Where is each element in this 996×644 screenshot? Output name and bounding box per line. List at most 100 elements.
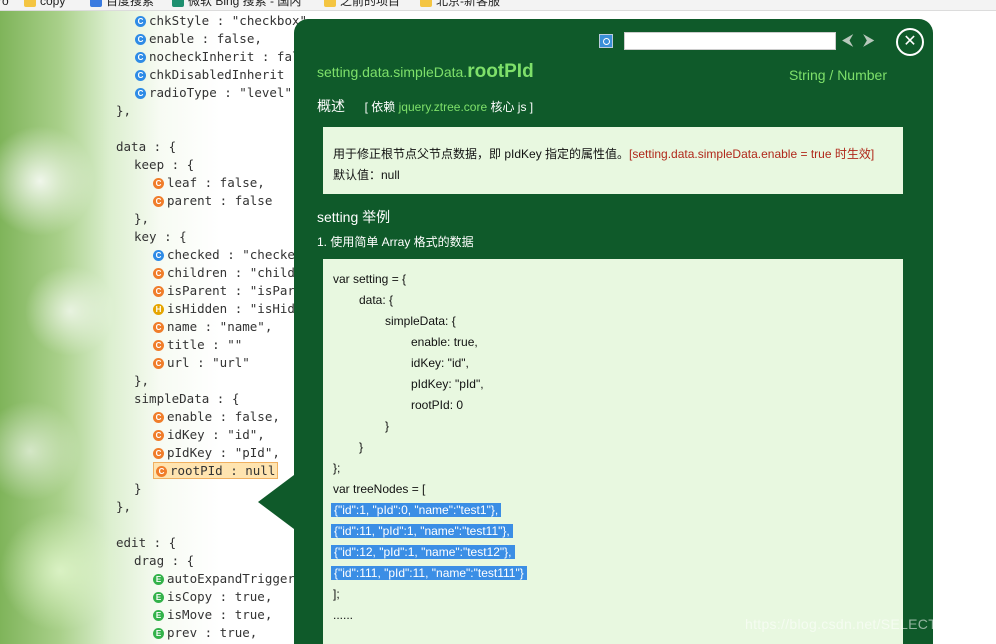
code-text: rootPId: 0 (411, 398, 464, 412)
tree-row[interactable]: Cenable : false, (153, 408, 280, 426)
tree-row[interactable]: Cleaf : false, (153, 174, 265, 192)
tree-row-text: leaf : false, (167, 175, 265, 190)
config-badge-icon: C (153, 340, 164, 351)
tree-row[interactable]: Cchecked : "checked", (153, 246, 318, 264)
tree-node[interactable]: CnocheckInherit : false (135, 49, 315, 64)
popup-pointer (258, 472, 298, 532)
code-text: var treeNodes = [ (333, 482, 426, 496)
tree-row[interactable]: CradioType : "level" (135, 84, 292, 102)
default-value: 默认值：null (333, 168, 400, 182)
tree-row-text: enable : false, (167, 409, 280, 424)
tree-node[interactable]: Cname : "name", (153, 319, 272, 334)
tree-row: edit : { (116, 534, 176, 552)
highlighted-code-text: {"id":111, "pId":11, "name":"test111"} (331, 566, 527, 580)
tree-row-text: }, (134, 211, 150, 226)
tree-row-text: enable : false, (149, 31, 262, 46)
code-text: ]; (333, 587, 340, 601)
tree-node: drag : { (134, 553, 194, 568)
highlighted-code-text: {"id":12, "pId":1, "name":"test12"}, (331, 545, 515, 559)
bookmark-label: 北京-新客服 (436, 0, 500, 8)
tree-row-text: }, (116, 499, 132, 514)
tree-row[interactable]: Cparent : false (153, 192, 272, 210)
tree-row[interactable]: Ctitle : "" (153, 336, 242, 354)
bookmark-bing[interactable]: 微软 Bing 搜索 - 国内 (172, 0, 301, 9)
bookmark-copy[interactable]: copy (24, 0, 65, 9)
tree-row-text: data : { (116, 139, 177, 154)
tree-row[interactable]: CnocheckInherit : false (135, 48, 315, 66)
tree-row[interactable]: EisMove : true, (153, 606, 272, 624)
tree-row[interactable]: Cname : "name", (153, 318, 272, 336)
tree-node: key : { (134, 229, 187, 244)
tree-row: data : { (116, 138, 176, 156)
tree-node: edit : { (116, 535, 176, 550)
bookmarks-bar: ro copy 百度搜索 微软 Bing 搜索 - 国内 之前的项目 北京-新客… (0, 0, 996, 11)
tree-row-text: }, (116, 103, 132, 118)
tree-row[interactable]: CidKey : "id", (153, 426, 265, 444)
tree-node[interactable]: Cparent : false (153, 193, 272, 208)
tree-row[interactable]: Cenable : false, (135, 30, 262, 48)
tree-node[interactable]: Curl : "url" (153, 355, 250, 370)
tree-row: }, (134, 372, 149, 390)
tree-node: data : { (116, 139, 176, 154)
tree-node: keep : { (134, 157, 194, 172)
tree-row: keep : { (134, 156, 194, 174)
description-note: [setting.data.simpleData.enable = true 时… (629, 147, 875, 161)
tree-node[interactable]: Cenable : false, (135, 31, 262, 46)
config-badge-icon: C (135, 88, 146, 99)
example-code-block: var setting = {data: {simpleData: {enabl… (323, 259, 903, 644)
search-icon[interactable] (599, 34, 613, 48)
bookmark-baidu[interactable]: 百度搜索 (90, 0, 154, 9)
tree-row[interactable]: CchkStyle : "checkbox", (135, 12, 315, 30)
tree-node: }, (134, 211, 149, 226)
next-arrow-icon[interactable]: ⮞ (863, 31, 875, 51)
tree-node[interactable]: Cenable : false, (153, 409, 280, 424)
previous-arrow-icon[interactable]: ⮜ (842, 31, 853, 51)
code-line: {"id":111, "pId":11, "name":"test111"} (331, 563, 527, 584)
tree-node: }, (116, 103, 131, 118)
tree-row: }, (116, 498, 131, 516)
tree-row-text: keep : { (134, 157, 195, 172)
tree-node[interactable]: CpIdKey : "pId", (153, 445, 280, 460)
tree-node[interactable]: Eprev : true, (153, 625, 257, 640)
tree-node[interactable]: Ctitle : "" (153, 337, 242, 352)
tree-node[interactable]: CidKey : "id", (153, 427, 265, 442)
code-line: pIdKey: "pId", (411, 374, 484, 395)
bookmark-previous-projects[interactable]: 之前的项目 (324, 0, 400, 9)
watermark: https://blog.csdn.net/SELECT_BIN (745, 616, 970, 632)
tree-row[interactable]: Curl : "url" (153, 354, 250, 372)
dependency-link[interactable]: jquery.ztree.core (399, 100, 487, 114)
search-input[interactable] (624, 32, 836, 50)
config-badge-icon: C (153, 358, 164, 369)
tree-node[interactable]: CradioType : "level" (135, 85, 292, 100)
tree-node[interactable]: EisCopy : true, (153, 589, 272, 604)
bookmark-label: 百度搜索 (106, 0, 155, 8)
tree-row-text: edit : { (116, 535, 177, 550)
tree-node[interactable]: Cchecked : "checked", (153, 247, 318, 262)
tree-row[interactable]: EisCopy : true, (153, 588, 272, 606)
tree-row[interactable]: Eprev : true, (153, 624, 257, 642)
tree-node[interactable]: EisMove : true, (153, 607, 272, 622)
description-line: 用于修正根节点父节点数据，即 pIdKey 指定的属性值。[setting.da… (333, 144, 893, 165)
tree-node[interactable]: CchkStyle : "checkbox", (135, 13, 315, 28)
config-badge-icon: C (135, 34, 146, 45)
tree-node[interactable]: Cleaf : false, (153, 175, 265, 190)
tree-row: } (134, 480, 142, 498)
config-badge-icon: C (153, 178, 164, 189)
code-text: }; (333, 461, 341, 475)
code-line: } (359, 437, 363, 458)
config-badge-icon: C (153, 430, 164, 441)
tree-row: simpleData : { (134, 390, 239, 408)
code-line: data: { (359, 290, 393, 311)
bookmark-ro[interactable]: ro (0, 0, 9, 9)
bookmark-beijing-service[interactable]: 北京-新客服 (420, 0, 500, 9)
close-icon: ✕ (903, 33, 917, 50)
edit-badge-icon: E (153, 574, 164, 585)
config-badge-icon: C (153, 412, 164, 423)
close-button[interactable]: ✕ (896, 28, 924, 56)
code-text: pIdKey: "pId", (411, 377, 484, 391)
tree-node: }, (134, 373, 149, 388)
bookmark-label: copy (40, 0, 66, 8)
tree-row[interactable]: CpIdKey : "pId", (153, 444, 280, 462)
code-text: } (385, 419, 390, 433)
tree-row: }, (116, 102, 131, 120)
